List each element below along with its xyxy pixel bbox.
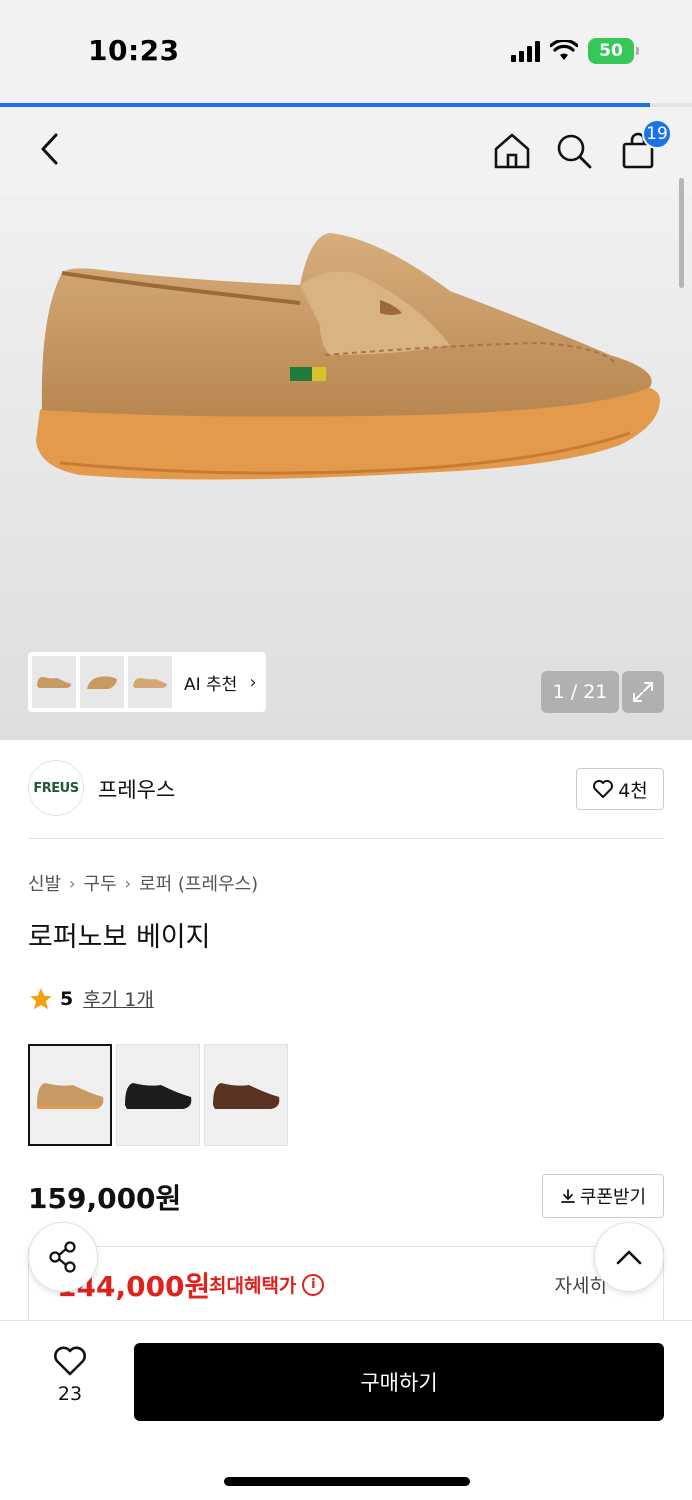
- status-icons: 50: [511, 38, 639, 64]
- rating-score: 5: [60, 987, 74, 1010]
- search-icon: [557, 134, 592, 169]
- review-count-link[interactable]: 후기 1개: [83, 985, 154, 1012]
- back-button[interactable]: [30, 129, 70, 169]
- chevron-right-icon: ›: [69, 873, 76, 893]
- shoe-swatch-icon: [37, 1083, 104, 1109]
- shoe-swatch-icon: [125, 1083, 192, 1109]
- chevron-up-icon: [616, 1250, 642, 1265]
- color-option-beige[interactable]: [28, 1044, 112, 1146]
- cart-button[interactable]: 19: [616, 119, 672, 173]
- benefit-label-text: 최대혜택가: [209, 1275, 297, 1297]
- info-icon[interactable]: i: [302, 1273, 325, 1296]
- benefit-label: 최대혜택가 i: [209, 1271, 325, 1298]
- breadcrumb-item[interactable]: 신발: [28, 870, 61, 896]
- share-button[interactable]: [28, 1222, 98, 1292]
- shoe-swatch-icon: [213, 1083, 280, 1109]
- top-nav: 19: [0, 107, 692, 195]
- status-bar: 10:23 50: [0, 0, 692, 103]
- color-option-black[interactable]: [116, 1044, 200, 1146]
- product-image-gallery[interactable]: AI 추천 › 1 / 21: [0, 195, 692, 740]
- heart-icon: [54, 1346, 86, 1376]
- home-indicator: [224, 1477, 470, 1486]
- image-page-counter: 1 / 21: [541, 671, 619, 713]
- expand-icon: [633, 682, 653, 702]
- rating-row: 5 후기 1개: [28, 985, 154, 1012]
- breadcrumb: 신발 › 구두 › 로퍼 (프레우스): [28, 870, 258, 896]
- heart-icon: [593, 780, 614, 798]
- product-title: 로퍼노보 베이지: [28, 922, 211, 953]
- chevron-right-icon: ›: [124, 873, 132, 893]
- bottom-action-bar: 23 구매하기: [0, 1320, 692, 1500]
- cart-count-badge: 19: [642, 119, 672, 149]
- brand-like-button[interactable]: 4천: [576, 768, 664, 810]
- breadcrumb-item[interactable]: 로퍼 (프레우스): [139, 870, 258, 896]
- battery-icon: 50: [588, 38, 639, 64]
- divider: [28, 838, 664, 839]
- original-price: 159,000원: [28, 1182, 182, 1215]
- brand-logo[interactable]: FREUS: [28, 760, 84, 816]
- status-time: 10:23: [88, 34, 180, 67]
- ai-thumb-3[interactable]: [128, 656, 172, 708]
- coupon-label: 쿠폰받기: [579, 1187, 647, 1208]
- coupon-button[interactable]: 쿠폰받기: [542, 1174, 664, 1218]
- brand-name[interactable]: 프레우스: [98, 774, 175, 804]
- search-button[interactable]: [552, 129, 596, 173]
- star-icon: [30, 987, 52, 1009]
- download-icon: [560, 1189, 575, 1203]
- home-icon: [494, 133, 530, 169]
- ai-thumb-2[interactable]: [80, 656, 124, 708]
- chevron-right-icon: ›: [249, 671, 257, 693]
- shoe-thumbnail-icon: [133, 678, 167, 688]
- scroll-top-button[interactable]: [594, 1222, 664, 1292]
- color-options: [28, 1044, 288, 1146]
- wishlist-button[interactable]: 23: [40, 1345, 100, 1405]
- ai-thumb-1[interactable]: [32, 656, 76, 708]
- buy-button[interactable]: 구매하기: [134, 1343, 664, 1421]
- share-icon: [49, 1241, 76, 1273]
- chevron-left-icon: [41, 133, 58, 165]
- wishlist-count: 23: [57, 1383, 83, 1405]
- shoe-thumbnail-icon: [37, 677, 71, 688]
- expand-image-button[interactable]: [622, 671, 664, 713]
- cellular-signal-icon: [511, 40, 540, 62]
- ai-recommend-label: AI 추천: [184, 674, 238, 695]
- breadcrumb-item[interactable]: 구두: [84, 870, 117, 896]
- color-option-brown[interactable]: [204, 1044, 288, 1146]
- scrollbar[interactable]: [679, 178, 684, 288]
- battery-level: 50: [599, 41, 623, 61]
- max-benefit-box[interactable]: 144,000원 최대혜택가 i 자세히: [28, 1246, 664, 1326]
- shoe-thumbnail-icon: [87, 676, 117, 689]
- wifi-icon: [550, 40, 578, 60]
- home-button[interactable]: [490, 129, 534, 173]
- ai-recommendation-strip[interactable]: AI 추천 ›: [28, 652, 266, 712]
- brand-row: FREUS 프레우스 4천: [28, 760, 664, 820]
- brand-like-count: 4천: [618, 779, 648, 802]
